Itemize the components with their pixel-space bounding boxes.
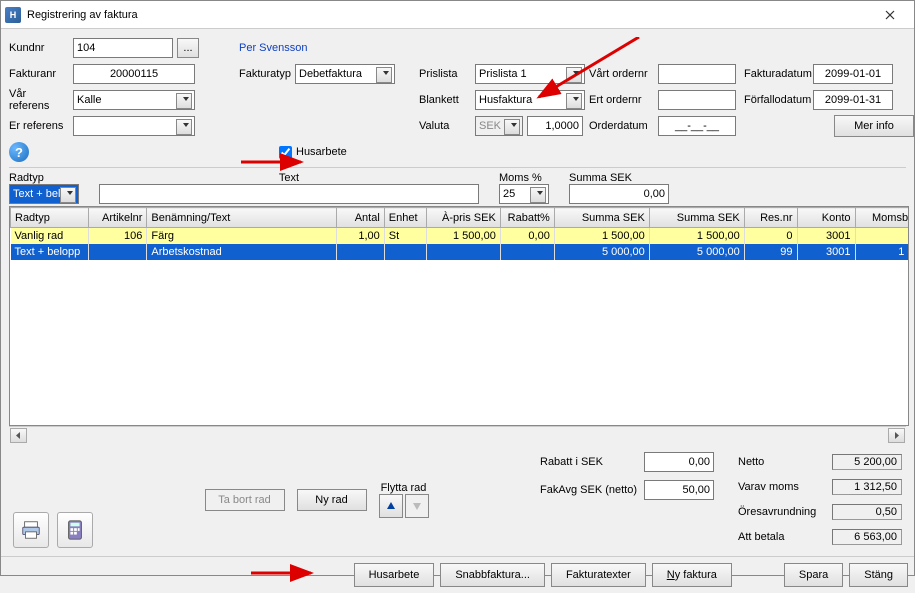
rabatt-label: Rabatt i SEK bbox=[540, 456, 640, 468]
customer-name: Per Svensson bbox=[239, 42, 307, 54]
close-icon bbox=[885, 10, 895, 20]
blankett-select[interactable]: Husfaktura bbox=[475, 90, 585, 110]
calculator-icon bbox=[64, 519, 86, 541]
er-ref-select[interactable] bbox=[73, 116, 195, 136]
vart-ordernr-label: Vårt ordernr bbox=[589, 68, 654, 80]
prislista-label: Prislista bbox=[419, 68, 471, 80]
nyrad-button[interactable]: Ny rad bbox=[297, 489, 367, 511]
table-row[interactable]: Text + beloppArbetskostnad5 000,005 000,… bbox=[11, 244, 910, 260]
scroll-left-button[interactable] bbox=[10, 428, 27, 443]
attbetala-value: 6 563,00 bbox=[832, 529, 902, 545]
forfallodatum-label: Förfallodatum bbox=[744, 94, 809, 106]
col-radtyp[interactable]: Radtyp bbox=[11, 208, 89, 228]
fakturatexter-button[interactable]: Fakturatexter bbox=[551, 563, 646, 587]
printer-icon bbox=[20, 519, 42, 541]
fakturadatum-label: Fakturadatum bbox=[744, 68, 809, 80]
husarbete-checkbox[interactable] bbox=[279, 146, 292, 159]
horizontal-scrollbar[interactable] bbox=[9, 426, 906, 443]
blankett-label: Blankett bbox=[419, 94, 471, 106]
forfallodatum-input[interactable] bbox=[813, 90, 893, 110]
radtyp-select[interactable]: Text + bel bbox=[9, 184, 79, 204]
stang-button[interactable]: Stäng bbox=[849, 563, 908, 587]
kundnr-input[interactable] bbox=[73, 38, 173, 58]
calculator-button[interactable] bbox=[57, 512, 93, 548]
col-konto[interactable]: Konto bbox=[797, 208, 855, 228]
tabort-button: Ta bort rad bbox=[205, 489, 285, 511]
triangle-down-icon bbox=[412, 501, 422, 511]
text-label: Text bbox=[99, 172, 479, 184]
vart-ordernr-input[interactable] bbox=[658, 64, 736, 84]
col-summa2[interactable]: Summa SEK bbox=[649, 208, 744, 228]
flytta-label: Flytta rad bbox=[381, 482, 427, 494]
col-summa1[interactable]: Summa SEK bbox=[554, 208, 649, 228]
col-antal[interactable]: Antal bbox=[337, 208, 384, 228]
fakavg-input[interactable] bbox=[644, 480, 714, 500]
summa-label: Summa SEK bbox=[569, 172, 669, 184]
husarbete-label: Husarbete bbox=[296, 146, 347, 158]
ert-ordernr-input[interactable] bbox=[658, 90, 736, 110]
attbetala-label: Att betala bbox=[738, 531, 828, 543]
arrow-annotation-icon bbox=[251, 563, 321, 583]
fakturatyp-select[interactable]: Debetfaktura bbox=[295, 64, 395, 84]
text-input[interactable] bbox=[99, 184, 479, 204]
col-artikelnr[interactable]: Artikelnr bbox=[89, 208, 147, 228]
ert-ordernr-label: Ert ordernr bbox=[589, 94, 654, 106]
fakturanr-input[interactable] bbox=[73, 64, 195, 84]
varavmoms-value: 1 312,50 bbox=[832, 479, 902, 495]
col-resnr[interactable]: Res.nr bbox=[744, 208, 797, 228]
snabbfaktura-button[interactable]: Snabbfaktura... bbox=[440, 563, 545, 587]
orderdatum-input[interactable] bbox=[658, 116, 736, 136]
triangle-up-icon bbox=[386, 501, 396, 511]
netto-value: 5 200,00 bbox=[832, 454, 902, 470]
fakavg-label: FakAvg SEK (netto) bbox=[540, 484, 640, 496]
merinfo-button[interactable]: Mer info bbox=[834, 115, 914, 137]
move-down-button bbox=[405, 494, 429, 518]
var-ref-label: Vår referens bbox=[9, 88, 69, 112]
table-row[interactable]: Vanlig rad106Färg1,00St1 500,000,001 500… bbox=[11, 228, 910, 244]
titlebar: H Registrering av faktura bbox=[1, 1, 914, 29]
oresavrundning-value: 0,50 bbox=[832, 504, 902, 520]
fakturadatum-input[interactable] bbox=[813, 64, 893, 84]
er-ref-label: Er referens bbox=[9, 120, 69, 132]
app-icon: H bbox=[5, 7, 21, 23]
col-enhet[interactable]: Enhet bbox=[384, 208, 426, 228]
close-button[interactable] bbox=[870, 1, 910, 29]
radtyp-label: Radtyp bbox=[9, 172, 79, 184]
nyfaktura-button[interactable]: Ny faktura bbox=[652, 563, 732, 587]
var-ref-select[interactable]: Kalle bbox=[73, 90, 195, 110]
orderdatum-label: Orderdatum bbox=[589, 120, 654, 132]
col-apris[interactable]: À-pris SEK bbox=[426, 208, 500, 228]
netto-label: Netto bbox=[738, 456, 828, 468]
moms-label: Moms % bbox=[499, 172, 549, 184]
col-moms[interactable]: Momsbelopp bbox=[855, 208, 909, 228]
oresavrundning-label: Öresavrundning bbox=[738, 506, 828, 518]
spara-button[interactable]: Spara bbox=[784, 563, 843, 587]
fakturanr-label: Fakturanr bbox=[9, 68, 69, 80]
valuta-label: Valuta bbox=[419, 120, 471, 132]
help-icon[interactable]: ? bbox=[9, 142, 29, 162]
scroll-right-button[interactable] bbox=[888, 428, 905, 443]
window-title: Registrering av faktura bbox=[27, 9, 870, 21]
summa-input[interactable] bbox=[569, 184, 669, 204]
lookup-customer-button[interactable]: ... bbox=[177, 38, 199, 58]
fakturatyp-label: Fakturatyp bbox=[239, 68, 291, 80]
move-up-button[interactable] bbox=[379, 494, 403, 518]
moms-select[interactable]: 25 bbox=[499, 184, 549, 204]
valuta-rate-input[interactable] bbox=[527, 116, 583, 136]
col-benamning[interactable]: Benämning/Text bbox=[147, 208, 337, 228]
husarbete-button[interactable]: Husarbete bbox=[354, 563, 435, 587]
line-items-grid[interactable]: Radtyp Artikelnr Benämning/Text Antal En… bbox=[9, 206, 909, 426]
rabatt-input[interactable] bbox=[644, 452, 714, 472]
print-button[interactable] bbox=[13, 512, 49, 548]
varavmoms-label: Varav moms bbox=[738, 481, 828, 493]
invoice-window: H Registrering av faktura Kundnr ... Fak… bbox=[0, 0, 915, 576]
kundnr-label: Kundnr bbox=[9, 42, 69, 54]
valuta-select: SEK bbox=[475, 116, 523, 136]
col-rabatt[interactable]: Rabatt% bbox=[500, 208, 554, 228]
prislista-select[interactable]: Prislista 1 bbox=[475, 64, 585, 84]
